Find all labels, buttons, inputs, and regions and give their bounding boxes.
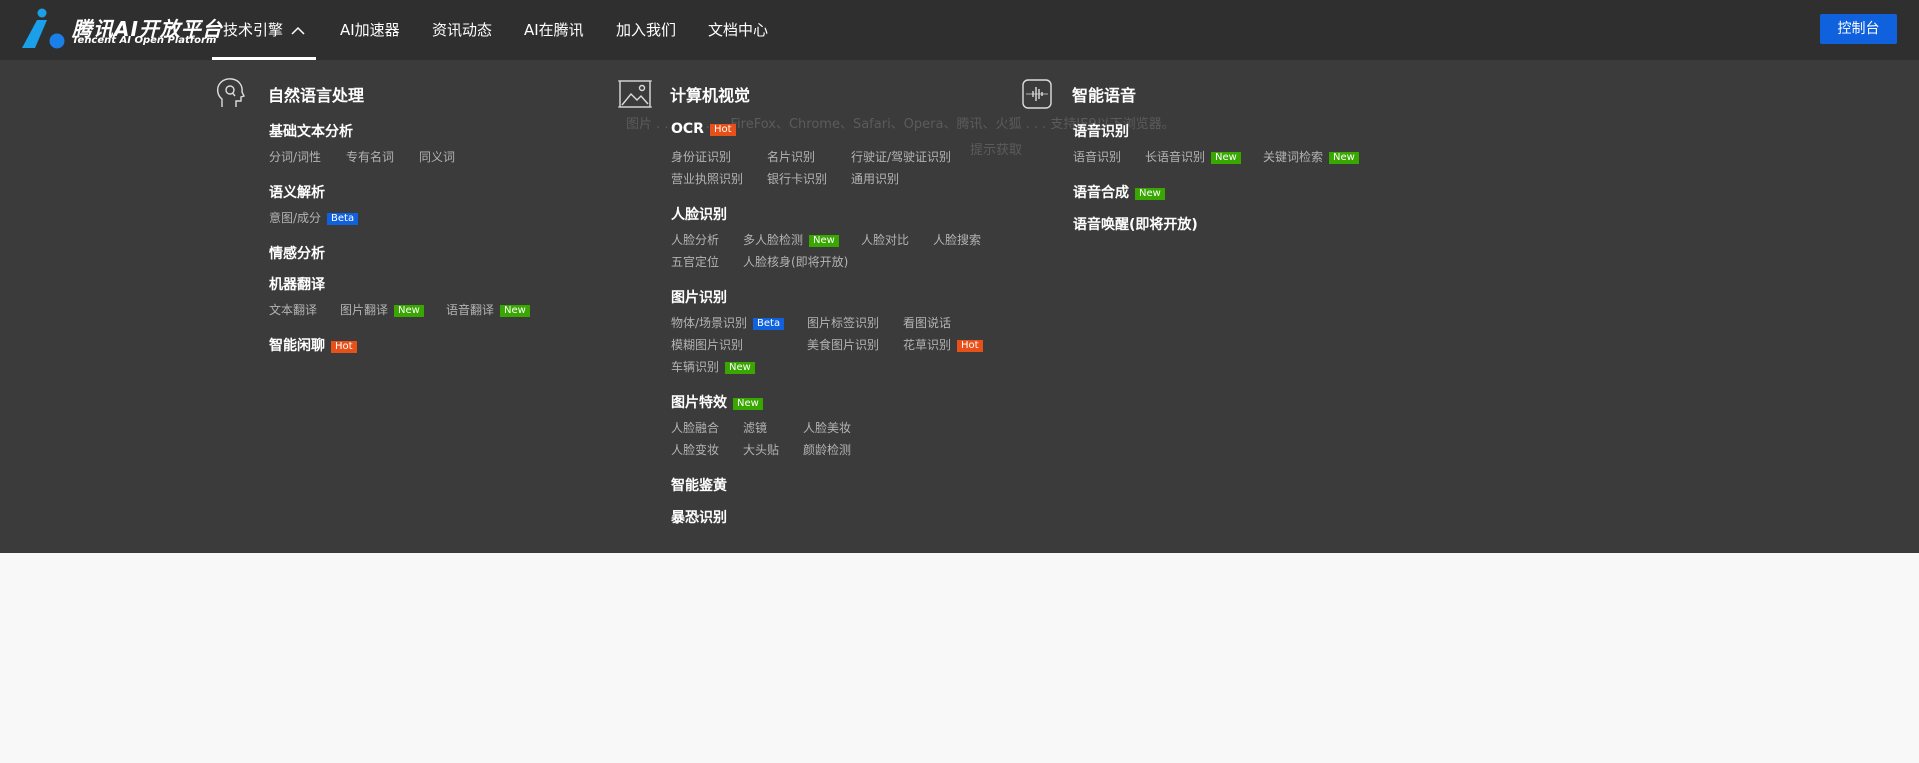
link-sticker[interactable]: 大头贴	[743, 441, 779, 458]
nav-ai-accelerator[interactable]: AI加速器	[340, 0, 400, 60]
link-text-translation[interactable]: 文本翻译	[269, 301, 317, 318]
link-speech-translation-label: 语音翻译	[446, 303, 495, 317]
nav-tech-engine-label: 技术引擎	[222, 21, 283, 39]
link-general-ocr[interactable]: 通用识别	[851, 170, 899, 187]
link-plant-recognition[interactable]: 花草识别 Hot	[903, 336, 983, 353]
brand-name-en: Tencent AI Open Platform	[72, 35, 217, 46]
link-keyword-search[interactable]: 关键词检索 New	[1263, 148, 1359, 165]
beta-badge: Beta	[753, 318, 785, 330]
section-image-effects-label: 图片特效	[671, 395, 727, 411]
soundwave-icon	[1022, 79, 1052, 109]
section-voice-wake[interactable]: 语音唤醒(即将开放)	[1073, 214, 1198, 234]
nlp-head-icon	[216, 78, 245, 107]
link-face-analysis[interactable]: 人脸分析	[671, 231, 719, 248]
section-machine-translation[interactable]: 机器翻译	[269, 274, 325, 294]
link-food-recognition[interactable]: 美食图片识别	[807, 336, 879, 353]
link-image-tag[interactable]: 图片标签识别	[807, 314, 879, 331]
link-keyword-search-label: 关键词检索	[1263, 150, 1324, 164]
section-porn-detect[interactable]: 智能鉴黄	[671, 475, 727, 495]
hot-badge: Hot	[331, 341, 357, 353]
link-face-search[interactable]: 人脸搜索	[933, 231, 981, 248]
link-image-translation-label: 图片翻译	[340, 303, 389, 317]
link-business-license-ocr[interactable]: 营业执照识别	[671, 170, 743, 187]
section-ocr-label: OCR	[671, 121, 704, 137]
link-business-card-ocr[interactable]: 名片识别	[767, 148, 815, 165]
link-age-detect[interactable]: 颜龄检测	[803, 441, 851, 458]
new-badge: New	[725, 362, 755, 374]
link-id-card-ocr[interactable]: 身份证识别	[671, 148, 731, 165]
nav-tech-engine[interactable]: 技术引擎	[212, 0, 316, 60]
link-image-translation[interactable]: 图片翻译 New	[340, 301, 424, 318]
link-proper-noun[interactable]: 专有名词	[346, 148, 394, 165]
speech-title: 智能语音	[1072, 86, 1137, 105]
link-bank-card-ocr[interactable]: 银行卡识别	[767, 170, 827, 187]
link-plant-recognition-label: 花草识别	[903, 338, 952, 352]
link-face-makeup[interactable]: 人脸美妆	[803, 419, 851, 436]
section-speech-synthesis-label: 语音合成	[1073, 185, 1129, 201]
new-badge: New	[733, 398, 763, 410]
link-object-scene-label: 物体/场景识别	[671, 316, 748, 330]
section-sentiment[interactable]: 情感分析	[269, 243, 325, 263]
section-basic-text[interactable]: 基础文本分析	[269, 121, 353, 141]
new-badge: New	[809, 235, 839, 247]
link-image-caption[interactable]: 看图说话	[903, 314, 951, 331]
new-badge: New	[500, 305, 530, 317]
nav-ai-in-tencent[interactable]: AI在腾讯	[524, 0, 584, 60]
hot-badge: Hot	[957, 340, 983, 352]
link-face-transform[interactable]: 人脸变妆	[671, 441, 719, 458]
section-image-effects[interactable]: 图片特效 New	[671, 392, 763, 412]
image-frame-icon	[618, 80, 652, 108]
section-semantic[interactable]: 语义解析	[269, 182, 325, 202]
new-badge: New	[394, 305, 424, 317]
chevron-up-icon	[291, 26, 305, 35]
brand-logo[interactable]: 腾讯AI开放平台 Tencent AI Open Platform	[20, 8, 222, 52]
nlp-title: 自然语言处理	[268, 86, 365, 105]
new-badge: New	[1329, 152, 1359, 164]
cv-title: 计算机视觉	[670, 86, 751, 105]
link-object-scene[interactable]: 物体/场景识别 Beta	[671, 314, 785, 331]
link-face-merge[interactable]: 人脸融合	[671, 419, 719, 436]
section-smart-chat-label: 智能闲聊	[269, 338, 325, 354]
new-badge: New	[1135, 188, 1165, 200]
link-speech-recognition[interactable]: 语音识别	[1073, 148, 1121, 165]
link-vehicle-recognition[interactable]: 车辆识别 New	[671, 358, 755, 375]
page-content-area	[0, 553, 1919, 763]
section-image-recognition[interactable]: 图片识别	[671, 287, 727, 307]
background-notice-text-2: 提示获取	[970, 143, 1023, 158]
section-ocr[interactable]: OCR Hot	[671, 121, 736, 137]
section-speech-synthesis[interactable]: 语音合成 New	[1073, 182, 1165, 202]
console-button[interactable]: 控制台	[1820, 14, 1897, 44]
nav-join-us[interactable]: 加入我们	[616, 0, 676, 60]
section-face-recognition[interactable]: 人脸识别	[671, 204, 727, 224]
link-vehicle-recognition-label: 车辆识别	[671, 360, 720, 374]
link-facial-landmarks[interactable]: 五官定位	[671, 253, 719, 270]
link-long-speech[interactable]: 长语音识别 New	[1145, 148, 1241, 165]
link-filter[interactable]: 滤镜	[743, 419, 767, 436]
top-navigation-bar: 腾讯AI开放平台 Tencent AI Open Platform 技术引擎 A…	[0, 0, 1919, 61]
link-multi-face-detect[interactable]: 多人脸检测 New	[743, 231, 839, 248]
link-synonym[interactable]: 同义词	[419, 148, 455, 165]
hot-badge: Hot	[709, 124, 736, 136]
section-smart-chat[interactable]: 智能闲聊 Hot	[269, 335, 357, 355]
link-driving-license-ocr[interactable]: 行驶证/驾驶证识别	[851, 148, 951, 165]
link-speech-translation[interactable]: 语音翻译 New	[446, 301, 530, 318]
beta-badge: Beta	[327, 213, 359, 225]
link-long-speech-label: 长语音识别	[1145, 150, 1206, 164]
section-speech-recognition[interactable]: 语音识别	[1073, 121, 1129, 141]
link-multi-face-detect-label: 多人脸检测	[743, 233, 804, 247]
link-face-compare[interactable]: 人脸对比	[861, 231, 909, 248]
tech-engine-dropdown: 图片 . . . . . . . . . FireFox、Chrome、Safa…	[0, 61, 1919, 553]
new-badge: New	[1211, 152, 1241, 164]
link-face-verification[interactable]: 人脸核身(即将开放)	[743, 253, 848, 270]
link-intent[interactable]: 意图/成分 Beta	[269, 209, 359, 226]
link-word-segmentation[interactable]: 分词/词性	[269, 148, 321, 165]
nav-docs[interactable]: 文档中心	[708, 0, 768, 60]
section-terror-detect[interactable]: 暴恐识别	[671, 507, 727, 527]
link-intent-label: 意图/成分	[269, 211, 322, 225]
tencent-ai-logo-icon	[22, 8, 65, 49]
nav-news[interactable]: 资讯动态	[432, 0, 492, 60]
link-blur-detect[interactable]: 模糊图片识别	[671, 336, 743, 353]
